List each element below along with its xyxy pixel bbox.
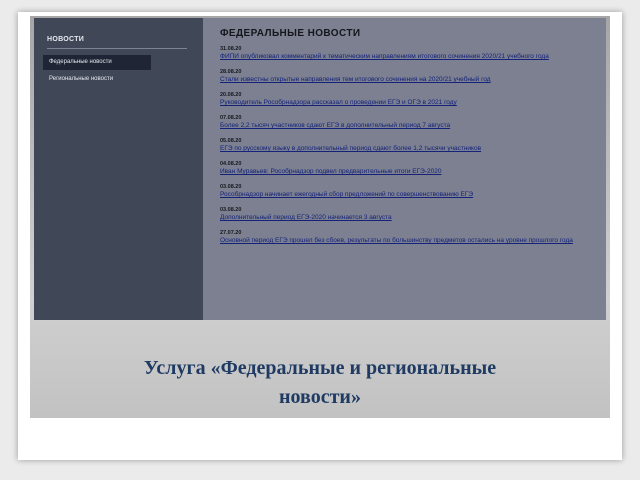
news-date: 31.08.20 xyxy=(220,46,242,52)
news-item: 03.08.20 Дополнительный период ЕГЭ-2020 … xyxy=(220,207,598,222)
caption-line-1: Услуга «Федеральные и региональные xyxy=(143,357,497,379)
page-title: ФЕДЕРАЛЬНЫЕ НОВОСТИ xyxy=(220,28,361,39)
news-link[interactable]: Дополнительный период ЕГЭ-2020 начинаетс… xyxy=(220,214,598,222)
news-date: 03.08.20 xyxy=(220,184,242,190)
news-link[interactable]: ЕГЭ по русскому языку в дополнительный п… xyxy=(220,145,598,153)
news-link[interactable]: Стали известны открытые направления тем … xyxy=(220,76,598,84)
news-date: 03.08.20 xyxy=(220,207,242,213)
sidebar-divider xyxy=(47,48,187,49)
news-item: 05.08.20 ЕГЭ по русскому языку в дополни… xyxy=(220,138,598,153)
news-item: 07.08.20 Более 2,2 тысяч участников сдаю… xyxy=(220,115,598,130)
news-date: 05.08.20 xyxy=(220,138,242,144)
news-link[interactable]: Иван Муравьев: Рособрнадзор подвел предв… xyxy=(220,168,598,176)
news-link[interactable]: ФИПИ опубликовал комментарий к тематичес… xyxy=(220,53,598,61)
news-date: 28.08.20 xyxy=(220,69,242,75)
website-screenshot: НОВОСТИ Федеральные новости Региональные… xyxy=(34,18,606,320)
news-link[interactable]: Руководитель Рособрнадзора рассказал о п… xyxy=(220,99,598,107)
news-date: 07.08.20 xyxy=(220,115,242,121)
sidebar-title: НОВОСТИ xyxy=(47,36,85,43)
sidebar-item-regional-news[interactable]: Региональные новости xyxy=(43,72,151,87)
news-date: 04.08.20 xyxy=(220,161,242,167)
news-content: ФЕДЕРАЛЬНЫЕ НОВОСТИ 31.08.20 ФИПИ опубли… xyxy=(203,18,606,320)
news-date: 20.08.20 xyxy=(220,92,242,98)
news-item: 03.08.20 Рособрнадзор начинает ежегодный… xyxy=(220,184,598,199)
news-link[interactable]: Более 2,2 тысяч участников сдают ЕГЭ в д… xyxy=(220,122,598,130)
news-link[interactable]: Основной период ЕГЭ прошел без сбоев, ре… xyxy=(220,237,598,245)
slide-caption: Услуга «Федеральные и региональные новос… xyxy=(30,354,610,412)
news-item: 20.08.20 Руководитель Рособрнадзора расс… xyxy=(220,92,598,107)
news-item: 27.07.20 Основной период ЕГЭ прошел без … xyxy=(220,230,598,245)
caption-line-2: новости» xyxy=(279,386,361,408)
news-item: 31.08.20 ФИПИ опубликовал комментарий к … xyxy=(220,46,598,61)
sidebar-item-federal-news[interactable]: Федеральные новости xyxy=(43,55,151,70)
news-list: 31.08.20 ФИПИ опубликовал комментарий к … xyxy=(220,46,598,253)
news-item: 28.08.20 Стали известны открытые направл… xyxy=(220,69,598,84)
sidebar: НОВОСТИ Федеральные новости Региональные… xyxy=(34,18,203,320)
news-link[interactable]: Рособрнадзор начинает ежегодный сбор пре… xyxy=(220,191,598,199)
news-date: 27.07.20 xyxy=(220,230,242,236)
news-item: 04.08.20 Иван Муравьев: Рособрнадзор под… xyxy=(220,161,598,176)
